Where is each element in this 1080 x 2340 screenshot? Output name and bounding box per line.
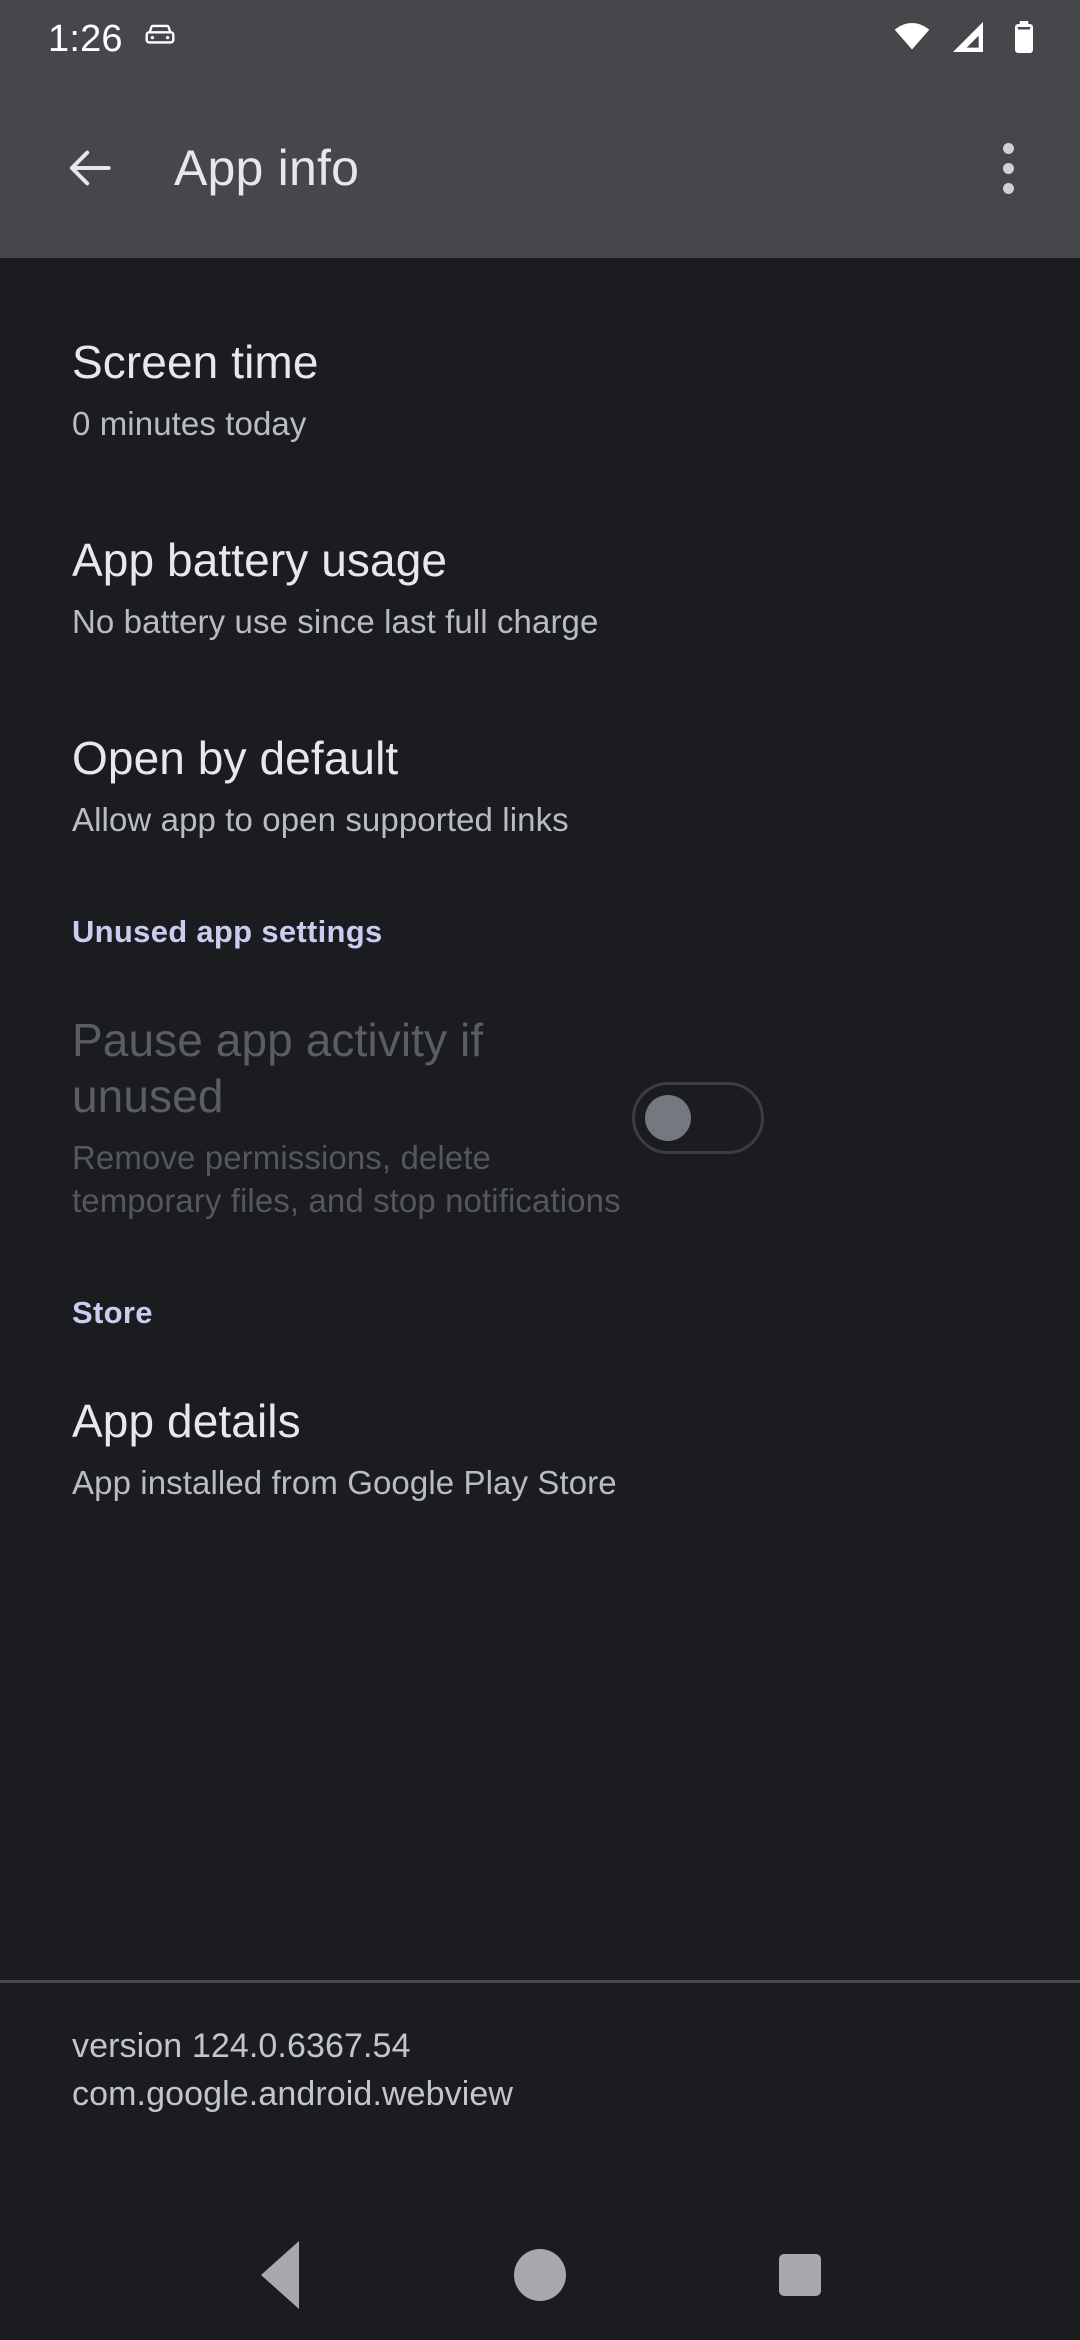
cellular-signal-icon [948, 17, 988, 62]
status-bar-right [892, 17, 1044, 62]
list-item-pause-app-activity[interactable]: Pause app activity if unused Remove perm… [72, 1012, 1008, 1223]
package-name-text: com.google.android.webview [72, 2075, 514, 2114]
list-item-subtitle: Allow app to open supported links [72, 801, 569, 839]
overflow-dot-icon [1002, 142, 1014, 154]
list-item-title: App battery usage [72, 534, 448, 586]
app-bar: App info [0, 78, 1080, 258]
list-item-screen-time[interactable]: Screen time 0 minutes today [72, 334, 1008, 446]
list-item-subtitle: App installed from Google Play Store [72, 1464, 617, 1502]
list-item-title: Open by default [72, 732, 399, 784]
nav-home-button[interactable] [485, 2220, 595, 2330]
list-item-open-by-default[interactable]: Open by default Allow app to open suppor… [72, 730, 1008, 842]
section-header-unused-app-settings: Unused app settings [72, 914, 383, 949]
list-item-app-battery-usage[interactable]: App battery usage No battery use since l… [72, 532, 1008, 644]
list-item-texts: Pause app activity if unused Remove perm… [72, 1012, 632, 1223]
status-bar-clock: 1:26 [48, 17, 123, 60]
wifi-icon [892, 17, 932, 62]
battery-icon [1004, 17, 1044, 62]
overflow-dot-icon [1002, 182, 1014, 194]
footer-info: version 124.0.6367.54 com.google.android… [0, 2022, 1080, 2119]
overflow-dot-icon [1002, 162, 1014, 174]
app-version-text: version 124.0.6367.54 [72, 2027, 411, 2065]
toggle-thumb [645, 1094, 691, 1141]
nav-home-icon [514, 2249, 566, 2301]
settings-list: Screen time 0 minutes today App battery … [0, 258, 1080, 1980]
list-item-title: Screen time [72, 336, 319, 388]
nav-back-icon [261, 2241, 299, 2309]
page-title: App info [174, 140, 360, 196]
back-button[interactable] [54, 132, 126, 204]
list-item-title: App details [72, 1395, 301, 1447]
list-item-app-details[interactable]: App details App installed from Google Pl… [72, 1393, 1008, 1505]
status-bar: 1:26 [0, 0, 1080, 78]
list-item-subtitle: No battery use since last full charge [72, 603, 599, 641]
nav-recents-button[interactable] [745, 2220, 855, 2330]
back-arrow-icon [69, 150, 111, 186]
app-info-screen: 1:26 App info Screen time 0 minutes toda… [0, 0, 1080, 2340]
footer-divider [0, 1980, 1080, 1983]
nav-recents-icon [779, 2254, 821, 2296]
list-item-subtitle: 0 minutes today [72, 405, 307, 443]
pause-app-activity-toggle[interactable] [632, 1081, 764, 1154]
overflow-menu-button[interactable] [970, 130, 1046, 206]
status-bar-left: 1:26 [48, 18, 179, 61]
list-item-subtitle: Remove permissions, delete temporary fil… [72, 1139, 621, 1220]
nav-back-button[interactable] [225, 2220, 335, 2330]
car-icon [141, 18, 179, 61]
navigation-bar [0, 2210, 1080, 2340]
section-header-store: Store [72, 1295, 153, 1330]
list-item-title: Pause app activity if unused [72, 1014, 484, 1123]
